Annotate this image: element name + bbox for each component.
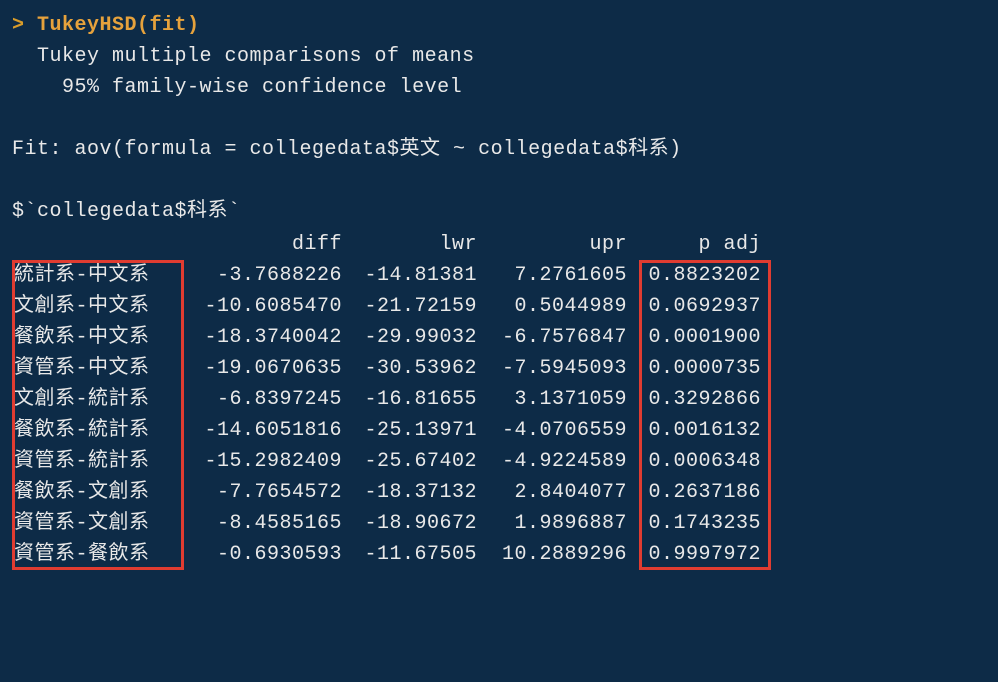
table-row: 文創系-統計系-6.8397245-16.816553.13710590.329… — [12, 384, 986, 415]
row-upr: 2.8404077 — [477, 477, 627, 508]
row-upr: -4.0706559 — [477, 415, 627, 446]
row-diff: -15.2982409 — [182, 446, 342, 477]
row-padj: 0.0016132 — [627, 415, 767, 446]
command-line[interactable]: > TukeyHSD(fit) — [12, 10, 986, 41]
row-lwr: -25.13971 — [342, 415, 477, 446]
header-lwr: lwr — [342, 229, 477, 260]
header-upr: upr — [477, 229, 627, 260]
row-diff: -10.6085470 — [182, 291, 342, 322]
row-lwr: -21.72159 — [342, 291, 477, 322]
row-lwr: -18.90672 — [342, 508, 477, 539]
row-label: 資管系-餐飲系 — [12, 539, 182, 570]
fit-line: Fit: aov(formula = collegedata$英文 ~ coll… — [12, 134, 986, 165]
output-title-1: Tukey multiple comparisons of means — [12, 41, 986, 72]
row-padj: 0.0000735 — [627, 353, 767, 384]
row-lwr: -11.67505 — [342, 539, 477, 570]
table-row: 餐飲系-統計系-14.6051816-25.13971-4.07065590.0… — [12, 415, 986, 446]
row-diff: -7.7654572 — [182, 477, 342, 508]
row-label: 資管系-中文系 — [12, 353, 182, 384]
row-label: 資管系-統計系 — [12, 446, 182, 477]
output-title-2: 95% family-wise confidence level — [12, 72, 986, 103]
row-label: 餐飲系-中文系 — [12, 322, 182, 353]
table-row: 資管系-統計系-15.2982409-25.67402-4.92245890.0… — [12, 446, 986, 477]
blank-line — [12, 165, 986, 196]
row-label: 資管系-文創系 — [12, 508, 182, 539]
row-padj: 0.0001900 — [627, 322, 767, 353]
row-padj: 0.0692937 — [627, 291, 767, 322]
row-label: 文創系-中文系 — [12, 291, 182, 322]
row-diff: -14.6051816 — [182, 415, 342, 446]
table-row: 餐飲系-中文系-18.3740042-29.99032-6.75768470.0… — [12, 322, 986, 353]
row-upr: 10.2889296 — [477, 539, 627, 570]
table-header: diff lwr upr p adj — [12, 229, 986, 260]
header-padj: p adj — [627, 229, 767, 260]
row-lwr: -18.37132 — [342, 477, 477, 508]
row-diff: -19.0670635 — [182, 353, 342, 384]
row-diff: -8.4585165 — [182, 508, 342, 539]
row-upr: 1.9896887 — [477, 508, 627, 539]
row-upr: -7.5945093 — [477, 353, 627, 384]
row-label: 文創系-統計系 — [12, 384, 182, 415]
row-diff: -0.6930593 — [182, 539, 342, 570]
row-upr: -6.7576847 — [477, 322, 627, 353]
blank-line — [12, 103, 986, 134]
table-row: 統計系-中文系-3.7688226-14.813817.27616050.882… — [12, 260, 986, 291]
row-lwr: -29.99032 — [342, 322, 477, 353]
table-row: 資管系-文創系-8.4585165-18.906721.98968870.174… — [12, 508, 986, 539]
row-padj: 0.9997972 — [627, 539, 767, 570]
row-upr: 7.2761605 — [477, 260, 627, 291]
row-label: 統計系-中文系 — [12, 260, 182, 291]
prompt-symbol: > — [12, 14, 37, 37]
row-padj: 0.1743235 — [627, 508, 767, 539]
table-row: 餐飲系-文創系-7.7654572-18.371322.84040770.263… — [12, 477, 986, 508]
row-upr: 0.5044989 — [477, 291, 627, 322]
table-row: 資管系-中文系-19.0670635-30.53962-7.59450930.0… — [12, 353, 986, 384]
row-label: 餐飲系-統計系 — [12, 415, 182, 446]
group-label: $`collegedata$科系` — [12, 196, 986, 227]
row-lwr: -30.53962 — [342, 353, 477, 384]
row-upr: 3.1371059 — [477, 384, 627, 415]
row-diff: -18.3740042 — [182, 322, 342, 353]
row-label: 餐飲系-文創系 — [12, 477, 182, 508]
row-diff: -3.7688226 — [182, 260, 342, 291]
row-upr: -4.9224589 — [477, 446, 627, 477]
table-row: 資管系-餐飲系-0.6930593-11.6750510.28892960.99… — [12, 539, 986, 570]
row-padj: 0.8823202 — [627, 260, 767, 291]
row-padj: 0.2637186 — [627, 477, 767, 508]
row-lwr: -14.81381 — [342, 260, 477, 291]
row-padj: 0.3292866 — [627, 384, 767, 415]
header-diff: diff — [182, 229, 342, 260]
command-text: TukeyHSD(fit) — [37, 14, 200, 37]
tukey-table: diff lwr upr p adj 統計系-中文系-3.7688226-14.… — [12, 229, 986, 570]
row-lwr: -25.67402 — [342, 446, 477, 477]
table-row: 文創系-中文系-10.6085470-21.721590.50449890.06… — [12, 291, 986, 322]
row-lwr: -16.81655 — [342, 384, 477, 415]
row-padj: 0.0006348 — [627, 446, 767, 477]
row-diff: -6.8397245 — [182, 384, 342, 415]
